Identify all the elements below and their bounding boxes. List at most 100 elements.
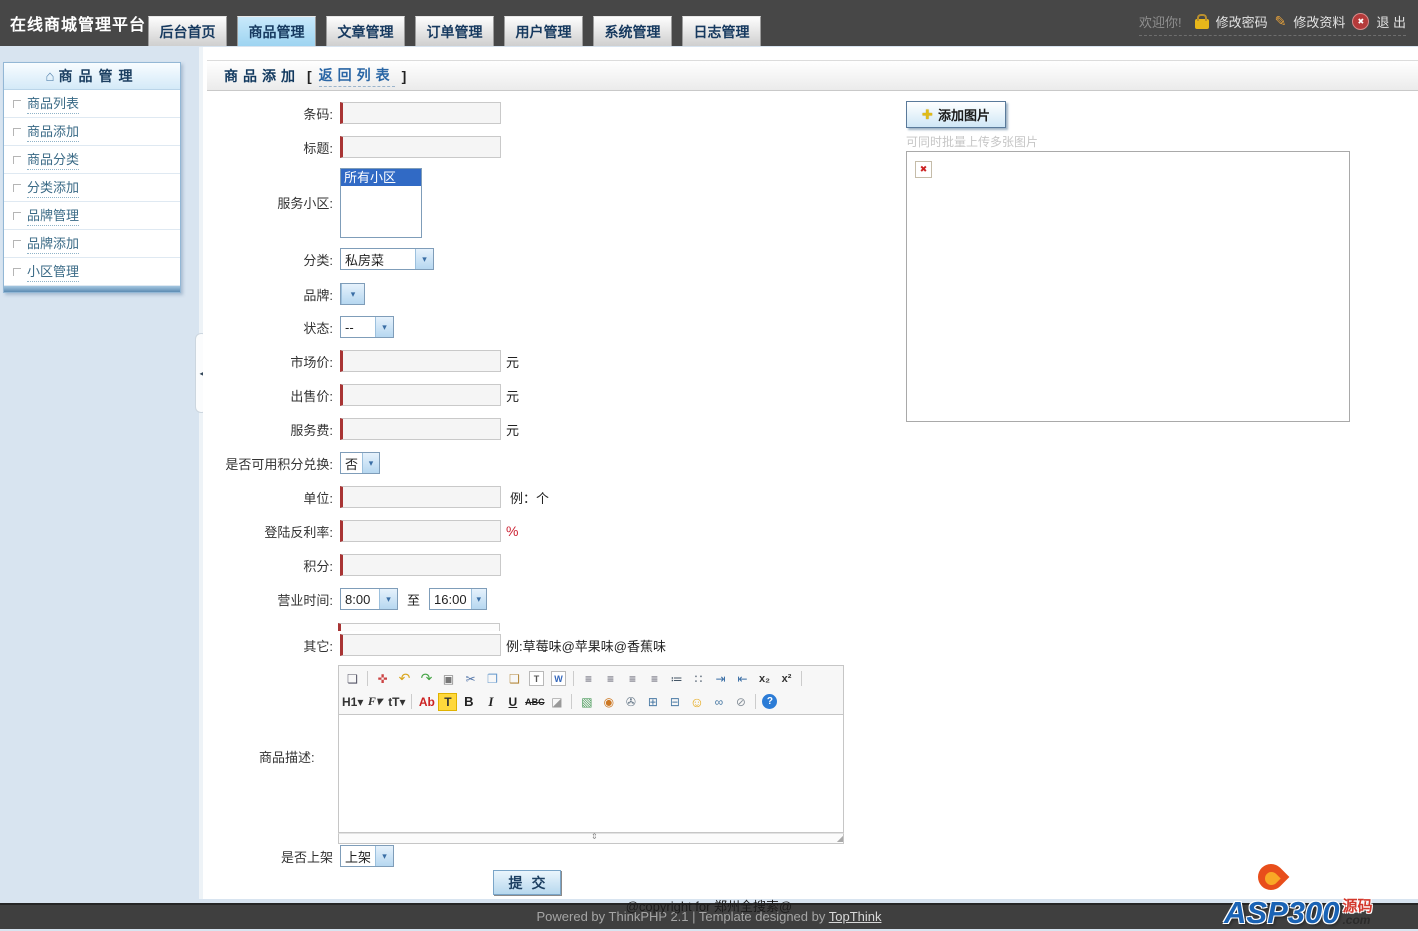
strikethrough-icon[interactable]: ABC bbox=[524, 692, 545, 711]
insert-image-icon[interactable]: ▧ bbox=[576, 692, 597, 711]
tab-products[interactable]: 商品管理 bbox=[237, 16, 316, 46]
barcode-label: 条码: bbox=[205, 104, 340, 123]
tab-system[interactable]: 系统管理 bbox=[593, 16, 672, 46]
italic-icon[interactable]: I bbox=[480, 692, 501, 711]
community-option-selected[interactable]: 所有小区 bbox=[341, 169, 421, 186]
print-icon[interactable]: ▣ bbox=[438, 669, 459, 688]
other-example: 例:草莓味@苹果味@香蕉味 bbox=[506, 636, 666, 655]
toolbar-separator bbox=[411, 694, 412, 709]
onshelf-label: 是否上架 bbox=[205, 847, 340, 866]
help-icon[interactable]: ? bbox=[762, 694, 777, 709]
tab-users[interactable]: 用户管理 bbox=[504, 16, 583, 46]
sidebar-item-brand-manage[interactable]: 品牌管理 bbox=[4, 202, 180, 230]
barcode-input[interactable] bbox=[340, 102, 501, 124]
undo-icon[interactable]: ↶ bbox=[394, 669, 415, 688]
bullet-icon bbox=[13, 100, 21, 108]
yuan-suffix: 元 bbox=[506, 386, 519, 405]
service-fee-input[interactable] bbox=[340, 418, 501, 440]
sidebar-title: ⌂ 商品管理 bbox=[4, 63, 180, 90]
points-input[interactable] bbox=[340, 554, 501, 576]
insert-flash-icon[interactable]: ◉ bbox=[598, 692, 619, 711]
editor-resize-bar[interactable]: ⇕ ◢ bbox=[338, 833, 844, 844]
paste-source-icon[interactable]: ❏ bbox=[342, 669, 363, 688]
broken-image-icon[interactable]: ✖ bbox=[915, 161, 932, 178]
sidebar-item-brand-add[interactable]: 品牌添加 bbox=[4, 230, 180, 258]
onshelf-select[interactable]: 上架 ▾ bbox=[340, 845, 394, 867]
toolbar-separator bbox=[573, 671, 574, 686]
watermark-cn: 源码 bbox=[1342, 899, 1372, 914]
bullet-icon bbox=[13, 156, 21, 164]
hours-from-select[interactable]: 8:00 ▾ bbox=[340, 588, 398, 610]
other-input[interactable] bbox=[340, 634, 501, 656]
font-family-icon[interactable]: F▾ bbox=[364, 692, 385, 711]
back-to-list-link[interactable]: 返回列表 bbox=[319, 65, 395, 87]
font-color-icon[interactable]: Ab bbox=[416, 692, 437, 711]
sidebar-item-product-list[interactable]: 商品列表 bbox=[4, 90, 180, 118]
image-list-box: ✖ bbox=[906, 151, 1350, 422]
header-user-area: 欢迎你! 修改密码 ✎ 修改资料 ✖ 退 出 bbox=[1139, 12, 1406, 36]
underline-icon[interactable]: U bbox=[502, 692, 523, 711]
sidebar-item-product-category[interactable]: 商品分类 bbox=[4, 146, 180, 174]
align-center-icon[interactable]: ≡ bbox=[600, 669, 621, 688]
category-select[interactable]: 私房菜 ▾ bbox=[340, 248, 434, 270]
unordered-list-icon[interactable]: ∷ bbox=[688, 669, 709, 688]
status-label: 状态: bbox=[205, 318, 340, 337]
title-input[interactable] bbox=[340, 136, 501, 158]
insert-hr-icon[interactable]: ⊟ bbox=[664, 692, 685, 711]
indent-icon[interactable]: ⇥ bbox=[710, 669, 731, 688]
highlight-icon[interactable]: T bbox=[438, 693, 457, 711]
description-textarea[interactable] bbox=[338, 715, 844, 833]
sidebar-item-community-manage[interactable]: 小区管理 bbox=[4, 258, 180, 286]
logout-link[interactable]: 退 出 bbox=[1376, 12, 1406, 31]
market-price-input[interactable] bbox=[340, 350, 501, 372]
font-size-icon[interactable]: tT▾ bbox=[386, 692, 407, 711]
tab-dashboard[interactable]: 后台首页 bbox=[148, 16, 227, 46]
lock-icon bbox=[1195, 19, 1209, 29]
heading-icon[interactable]: H1▾ bbox=[342, 692, 363, 711]
sidebar-item-category-add[interactable]: 分类添加 bbox=[4, 174, 180, 202]
outdent-icon[interactable]: ⇤ bbox=[732, 669, 753, 688]
sell-price-input[interactable] bbox=[340, 384, 501, 406]
redo-icon[interactable]: ↷ bbox=[416, 669, 437, 688]
title-label: 标题: bbox=[205, 138, 340, 157]
sidebar-item-product-add[interactable]: 商品添加 bbox=[4, 118, 180, 146]
fullscreen-icon[interactable]: ✜ bbox=[372, 669, 393, 688]
change-profile-link[interactable]: 修改资料 bbox=[1293, 12, 1345, 31]
change-password-link[interactable]: 修改密码 bbox=[1216, 12, 1268, 31]
bold-icon[interactable]: B bbox=[458, 692, 479, 711]
brand-select[interactable]: ▾ bbox=[340, 283, 365, 305]
tab-logs[interactable]: 日志管理 bbox=[682, 16, 761, 46]
status-select[interactable]: -- ▾ bbox=[340, 316, 394, 338]
sell-price-label: 出售价: bbox=[205, 386, 340, 405]
toolbar-separator bbox=[801, 671, 802, 686]
paste-icon[interactable]: ❑ bbox=[504, 669, 525, 688]
tab-orders[interactable]: 订单管理 bbox=[415, 16, 494, 46]
insert-link-icon[interactable]: ∞ bbox=[708, 692, 729, 711]
ordered-list-icon[interactable]: ≔ bbox=[666, 669, 687, 688]
insert-media-icon[interactable]: ✇ bbox=[620, 692, 641, 711]
align-justify-icon[interactable]: ≡ bbox=[644, 669, 665, 688]
align-right-icon[interactable]: ≡ bbox=[622, 669, 643, 688]
insert-smiley-icon[interactable]: ☺ bbox=[686, 692, 707, 711]
paste-word-icon[interactable]: W bbox=[551, 671, 566, 686]
points-exchange-select[interactable]: 否 ▾ bbox=[340, 452, 380, 474]
paste-text-icon[interactable]: T bbox=[529, 671, 544, 686]
unlink-icon[interactable]: ⊘ bbox=[730, 692, 751, 711]
rebate-input[interactable] bbox=[340, 520, 501, 542]
row-category: 分类: 私房菜 ▾ bbox=[205, 247, 434, 271]
insert-table-icon[interactable]: ⊞ bbox=[642, 692, 663, 711]
unit-input[interactable] bbox=[340, 486, 501, 508]
eraser-icon[interactable]: ◪ bbox=[546, 692, 567, 711]
copy-icon[interactable]: ❐ bbox=[482, 669, 503, 688]
align-left-icon[interactable]: ≡ bbox=[578, 669, 599, 688]
superscript-icon[interactable]: x² bbox=[776, 669, 797, 688]
tab-articles[interactable]: 文章管理 bbox=[326, 16, 405, 46]
subscript-icon[interactable]: x₂ bbox=[754, 669, 775, 688]
add-image-button[interactable]: ✚ 添加图片 bbox=[906, 101, 1006, 128]
hours-to-select[interactable]: 16:00 ▾ bbox=[429, 588, 487, 610]
cut-icon[interactable]: ✂ bbox=[460, 669, 481, 688]
home-icon: ⌂ bbox=[45, 68, 54, 85]
community-listbox[interactable]: 所有小区 bbox=[340, 168, 422, 238]
submit-button[interactable]: 提交 bbox=[493, 870, 561, 895]
sidebar-footer-strip bbox=[4, 286, 180, 292]
